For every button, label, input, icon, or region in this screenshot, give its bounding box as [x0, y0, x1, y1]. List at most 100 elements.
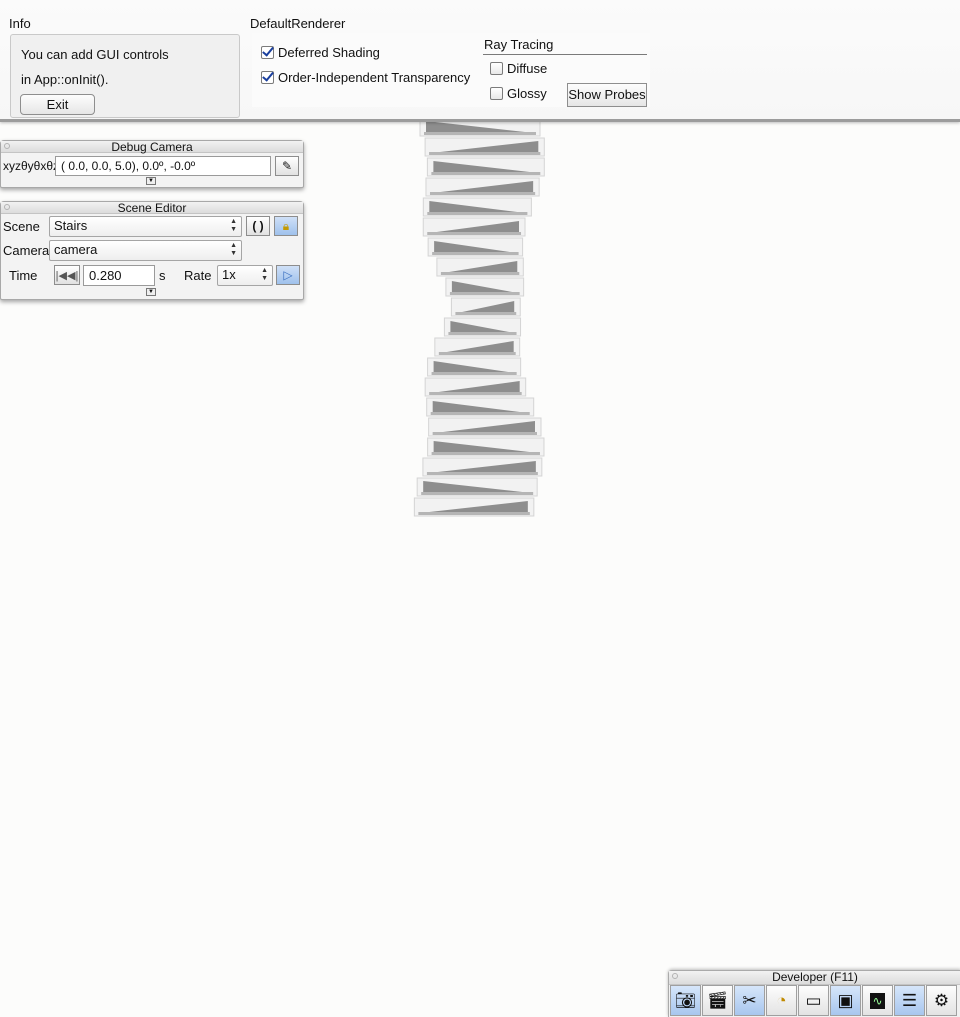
select-arrows-icon: ▲ ▼ — [230, 242, 237, 257]
diffuse-option[interactable]: Diffuse — [490, 61, 547, 76]
reset-time-button[interactable]: |◀◀| — [54, 265, 80, 285]
play-icon: ▷ — [283, 268, 293, 282]
glossy-checkbox[interactable] — [490, 87, 503, 100]
scene-select[interactable]: Stairs ▲ ▼ — [49, 216, 242, 237]
scene-select-value: Stairs — [54, 218, 88, 233]
show-probes-button[interactable]: Show Probes — [567, 83, 647, 107]
diffuse-checkbox[interactable] — [490, 62, 503, 75]
developer-toolbar: 📷︎ 🎬︎ ✂ ◔ ▭ ▣ ∿ ☰ ⚙ — [670, 985, 958, 1016]
info-panel: You can add GUI controls in App::onInit(… — [10, 34, 240, 118]
gauge-icon: ◔ — [776, 990, 787, 1010]
oit-option[interactable]: Order-Independent Transparency — [261, 70, 470, 85]
lock-icon: 🔒︎ — [282, 218, 290, 233]
info-text-line2: in App::onInit(). — [21, 72, 109, 87]
camera-frame-field[interactable]: ( 0.0, 0.0, 5.0), 0.0º, -0.0º — [55, 156, 271, 176]
note-tool-button[interactable]: ▭ — [798, 985, 829, 1016]
profiler-icon: ∿ — [870, 992, 885, 1009]
stair-step — [443, 317, 522, 337]
oit-label: Order-Independent Transparency — [278, 70, 471, 85]
tools-tool-button[interactable]: ✂ — [734, 985, 765, 1016]
close-icon[interactable] — [4, 143, 10, 149]
gauge-tool-button[interactable]: ◔ — [766, 985, 797, 1016]
rate-select[interactable]: 1x ▲ ▼ — [217, 265, 273, 286]
rate-select-value: 1x — [222, 267, 236, 282]
stair-step — [428, 417, 542, 437]
reload-scene-button[interactable]: ( ) — [246, 216, 270, 236]
time-label: Time — [9, 268, 38, 283]
top-toolbar: Info You can add GUI controls in App::on… — [0, 0, 960, 122]
deferred-shading-option[interactable]: Deferred Shading — [261, 45, 380, 60]
developer-title: Developer (F11) — [772, 970, 858, 984]
note-icon: ▭ — [805, 990, 822, 1010]
glossy-option[interactable]: Glossy — [490, 86, 547, 101]
profiler-tool-button[interactable]: ∿ — [862, 985, 893, 1016]
collapse-arrow-icon[interactable]: ▼ — [146, 177, 156, 185]
reload-icon: ( ) — [252, 219, 264, 233]
log-icon: ☰ — [901, 990, 918, 1010]
deferred-shading-checkbox[interactable] — [261, 46, 274, 59]
clapperboard-icon: 🎬︎ — [706, 990, 729, 1010]
ray-tracing-title: Ray Tracing — [484, 37, 554, 52]
log-tool-button[interactable]: ☰ — [894, 985, 925, 1016]
exit-button[interactable]: Exit — [20, 94, 95, 115]
select-arrows-icon: ▲ ▼ — [230, 218, 237, 233]
stair-step — [436, 257, 524, 277]
glossy-label: Glossy — [507, 86, 547, 101]
stair-step — [422, 217, 526, 237]
collapse-arrow-icon[interactable]: ▼ — [146, 288, 156, 296]
select-arrows-icon: ▲ ▼ — [261, 267, 268, 282]
developer-window: Developer (F11) 📷︎ 🎬︎ ✂ ◔ ▭ ▣ ∿ ☰ ⚙ — [668, 970, 960, 1017]
camera-tool-button[interactable]: 📷︎ — [670, 985, 701, 1016]
diffuse-label: Diffuse — [507, 61, 548, 76]
stair-step — [427, 437, 545, 457]
debug-camera-window: Debug Camera xyzθyθxθz ( 0.0, 0.0, 5.0),… — [0, 140, 304, 188]
stair-step — [416, 477, 538, 497]
stair-step — [413, 497, 535, 517]
stair-step — [424, 137, 545, 157]
window-layout-tool-button[interactable]: ▣ — [830, 985, 861, 1016]
debug-camera-title: Debug Camera — [111, 140, 193, 154]
copy-frame-button[interactable]: ✎ — [275, 156, 299, 176]
scene-editor-window: Scene Editor Scene Stairs ▲ ▼ ( ) 🔒︎ Came… — [0, 201, 304, 300]
play-button[interactable]: ▷ — [276, 265, 300, 285]
info-text-line1: You can add GUI controls — [21, 47, 169, 62]
renderer-title: DefaultRenderer — [250, 16, 346, 31]
scene-label: Scene — [3, 219, 40, 234]
developer-titlebar[interactable]: Developer (F11) — [669, 971, 960, 985]
info-title: Info — [9, 16, 31, 31]
ray-tracing-divider — [483, 54, 647, 55]
stair-step — [450, 297, 521, 317]
video-tool-button[interactable]: 🎬︎ — [702, 985, 733, 1016]
stair-step — [422, 457, 543, 477]
camera-select[interactable]: camera ▲ ▼ — [49, 240, 242, 261]
close-icon[interactable] — [672, 973, 678, 979]
window-layout-icon: ▣ — [837, 990, 854, 1010]
spiral-staircase — [413, 117, 545, 517]
deferred-shading-label: Deferred Shading — [278, 45, 380, 60]
coordinate-label: xyzθyθxθz — [3, 159, 60, 173]
camera-icon: 📷︎ — [674, 990, 697, 1010]
scene-editor-titlebar[interactable]: Scene Editor — [1, 202, 303, 214]
camera-label: Camera — [3, 243, 50, 258]
tools-icon: ✂ — [742, 990, 757, 1010]
stair-step — [434, 337, 521, 357]
lock-scene-button[interactable]: 🔒︎ — [274, 216, 298, 236]
stair-step — [425, 177, 540, 197]
clipboard-icon: ✎ — [281, 159, 293, 173]
stair-step — [426, 397, 535, 417]
stair-step — [445, 277, 525, 297]
stair-step — [427, 357, 522, 377]
time-unit: s — [159, 268, 166, 283]
rate-label: Rate — [184, 268, 212, 283]
time-field[interactable]: 0.280 — [83, 265, 155, 286]
camera-select-value: camera — [54, 242, 98, 257]
stair-step — [426, 157, 545, 177]
stair-step — [424, 377, 527, 397]
close-icon[interactable] — [4, 204, 10, 210]
oit-checkbox[interactable] — [261, 71, 274, 84]
gear-icon: ⚙ — [933, 990, 950, 1010]
scene-editor-title: Scene Editor — [117, 201, 187, 215]
debug-camera-titlebar[interactable]: Debug Camera — [1, 141, 303, 153]
settings-tool-button[interactable]: ⚙ — [926, 985, 957, 1016]
stair-step — [427, 237, 524, 257]
